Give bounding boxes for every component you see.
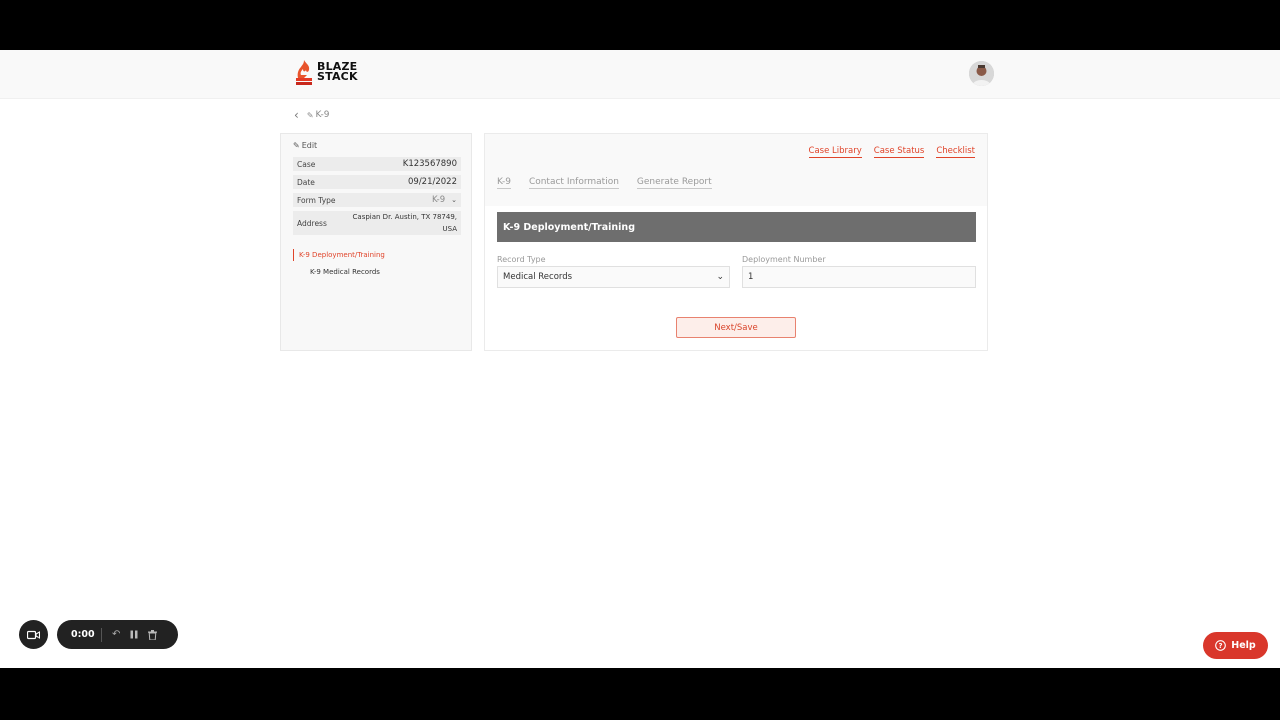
help-label: Help — [1231, 640, 1256, 651]
help-button[interactable]: ? Help — [1203, 632, 1268, 659]
form-type-select[interactable]: K-9 ⌄ — [432, 195, 457, 205]
edit-button[interactable]: ✎ Edit — [293, 141, 317, 150]
flame-logo-icon — [296, 60, 312, 85]
date-row: Date 09/21/2022 — [293, 175, 461, 189]
pencil-icon: ✎ — [306, 110, 314, 120]
recorder-divider — [101, 627, 102, 642]
record-type-value: Medical Records — [503, 272, 573, 282]
tab-contact-information[interactable]: Contact Information — [528, 177, 619, 189]
checklist-link[interactable]: Checklist — [936, 146, 975, 158]
deployment-number-value: 1 — [748, 272, 754, 282]
case-library-link[interactable]: Case Library — [808, 146, 862, 158]
record-type-label: Record Type — [497, 255, 546, 264]
pause-icon[interactable] — [130, 630, 138, 639]
top-links: Case Library Case Status Checklist — [808, 146, 975, 158]
camera-button[interactable] — [19, 620, 48, 649]
record-type-select[interactable]: Medical Records ⌄ — [497, 266, 730, 288]
chevron-down-icon: ⌄ — [716, 272, 724, 282]
breadcrumb-current: ✎ K-9 — [307, 110, 330, 120]
form-type-label: Form Type — [297, 195, 336, 205]
case-summary-panel: ✎ Edit Case K123567890 Date 09/21/2022 F… — [280, 133, 472, 351]
avatar-photo-icon — [969, 61, 994, 86]
next-save-button[interactable]: Next/Save — [676, 317, 796, 338]
undo-icon[interactable]: ↶ — [112, 629, 120, 640]
form-tabs: K-9 Contact Information Generate Report — [497, 177, 712, 189]
edit-icon: ✎ — [293, 141, 300, 150]
case-label: Case — [297, 159, 316, 169]
form-panel-header: Case Library Case Status Checklist K-9 C… — [485, 134, 987, 206]
trash-icon[interactable] — [148, 629, 158, 640]
address-value: Caspian Dr. Austin, TX 78749, USA — [353, 211, 457, 235]
case-row: Case K123567890 — [293, 157, 461, 171]
tab-generate-report[interactable]: Generate Report — [636, 177, 712, 189]
chevron-down-icon: ⌄ — [451, 196, 457, 204]
edit-label: Edit — [301, 141, 318, 150]
date-value: 09/21/2022 — [408, 177, 457, 187]
recorder-time: 0:00 — [71, 629, 95, 640]
breadcrumb-label: K-9 — [315, 110, 330, 120]
section-title: K-9 Deployment/Training — [497, 212, 976, 242]
form-type-value: K-9 — [431, 195, 446, 205]
deployment-number-input[interactable]: 1 — [742, 266, 976, 288]
address-row: Address Caspian Dr. Austin, TX 78749, US… — [293, 211, 461, 235]
user-avatar[interactable] — [969, 61, 994, 86]
address-line-1: Caspian Dr. Austin, TX 78749, — [352, 213, 457, 221]
case-value: K123567890 — [402, 159, 457, 169]
top-bar: BLAZE STACK — [0, 50, 1280, 99]
blaze-stack-logo[interactable]: BLAZE STACK — [294, 58, 358, 86]
form-type-row: Form Type K-9 ⌄ — [293, 193, 461, 207]
logo-line-2: STACK — [317, 70, 358, 83]
breadcrumb: ‹ ✎ K-9 — [294, 108, 329, 122]
case-status-link[interactable]: Case Status — [873, 146, 925, 158]
address-line-2: USA — [442, 225, 458, 233]
address-label: Address — [297, 218, 327, 228]
video-camera-icon — [27, 630, 40, 639]
app-viewport: BLAZE STACK ‹ ✎ K-9 ✎ Edit Case K1235678 — [0, 50, 1280, 668]
svg-text:?: ? — [1219, 642, 1223, 650]
question-circle-icon: ? — [1215, 640, 1227, 651]
nav-item-k9-medical-records[interactable]: K-9 Medical Records — [310, 268, 380, 276]
form-panel: Case Library Case Status Checklist K-9 C… — [484, 133, 988, 351]
tab-k9[interactable]: K-9 — [497, 177, 511, 189]
recorder-toolbar: 0:00 ↶ — [57, 620, 178, 649]
nav-item-k9-deployment-training[interactable]: K-9 Deployment/Training — [293, 249, 385, 261]
date-label: Date — [297, 177, 315, 187]
chevron-left-icon[interactable]: ‹ — [294, 108, 299, 122]
deployment-number-label: Deployment Number — [742, 255, 826, 264]
